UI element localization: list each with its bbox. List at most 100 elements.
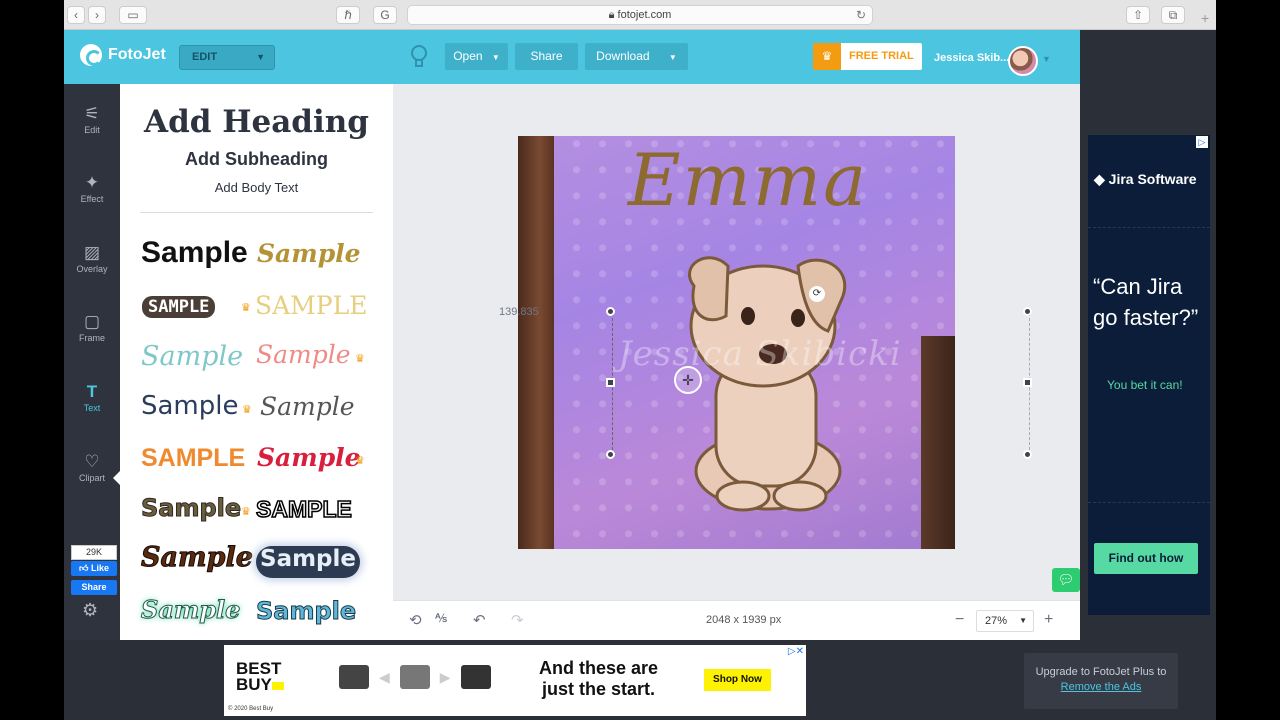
facebook-share-button[interactable]: Share — [71, 580, 117, 595]
resize-handle[interactable] — [606, 450, 615, 459]
address-bar[interactable]: 🔒︎ fotojet.com ↻ — [407, 5, 873, 25]
frame-icon: ▢ — [83, 312, 101, 331]
gear-icon[interactable]: ⚙ — [82, 600, 98, 621]
ad-brand-text: Jira Software — [1108, 171, 1197, 187]
text-style-sample[interactable]: Sample — [140, 595, 240, 625]
text-style-sample[interactable]: Sample — [256, 340, 351, 369]
user-name[interactable]: Jessica Skib... — [934, 52, 1009, 64]
zoom-out-icon[interactable]: − — [955, 611, 964, 629]
text-style-sample[interactable]: Sample — [141, 391, 239, 421]
chat-icon[interactable]: 💬︎ — [1052, 568, 1080, 592]
upgrade-text: Upgrade to FotoJet Plus to — [1035, 666, 1167, 678]
text-style-sample[interactable]: Sample — [140, 494, 241, 523]
resize-handle[interactable] — [1023, 450, 1032, 459]
resize-handle[interactable] — [1023, 307, 1032, 316]
logo-tag — [271, 682, 284, 690]
text-style-sample[interactable]: SAMPLE — [255, 291, 367, 320]
text-style-sample[interactable]: Sample — [141, 542, 254, 574]
jira-ad[interactable]: ▷ ◆ Jira Software “Can Jira go faster?” … — [1088, 135, 1210, 615]
chevron-right-icon[interactable]: ▶ — [440, 669, 451, 686]
like-count: 29K — [71, 545, 117, 560]
free-trial-button[interactable]: ♛ FREE TRIAL — [813, 43, 922, 70]
forward-button[interactable]: › — [88, 6, 106, 24]
wand-icon: ✦ — [84, 173, 100, 192]
redo-icon[interactable]: ↷ — [511, 611, 524, 629]
free-trial-label: FREE TRIAL — [841, 43, 922, 70]
resize-handle[interactable] — [1023, 378, 1032, 387]
share-button[interactable]: Share — [515, 43, 578, 70]
photo-wood-edge-right — [921, 336, 955, 549]
divider — [140, 212, 373, 213]
facebook-like-button[interactable]: 👍︎ Like — [71, 561, 117, 576]
premium-crown-icon: ♛ — [241, 302, 251, 314]
text-icon: T — [86, 382, 98, 401]
avatar[interactable] — [1008, 46, 1038, 76]
resize-handle[interactable] — [606, 378, 615, 387]
chevron-down-icon[interactable]: ▼ — [1042, 54, 1051, 64]
logo-text: FotoJet — [108, 46, 166, 63]
text-style-sample[interactable]: Sample — [257, 239, 361, 268]
canvas-toolbar: ⟲ ⅍ ↶ ↷ 2048 x 1939 px − 27% ▼ + — [393, 600, 1080, 640]
resize-handle[interactable] — [606, 307, 615, 316]
text-style-sample[interactable]: Sample — [141, 236, 248, 270]
sidebar-toggle-icon[interactable]: ▭ — [119, 6, 147, 24]
remove-ads-link[interactable]: Remove the Ads — [1061, 681, 1142, 693]
rotate-icon[interactable]: ⟲ — [409, 611, 422, 629]
zoom-select[interactable]: 27% ▼ — [976, 610, 1034, 632]
extension-icon[interactable]: ℏ — [336, 6, 360, 24]
download-label: Download — [596, 49, 650, 63]
text-effect-icon[interactable]: ⅍ — [435, 611, 447, 625]
sidebar-item-overlay[interactable]: ▨ Overlay — [64, 243, 120, 274]
back-button[interactable]: ‹ — [67, 6, 85, 24]
ad-headline-line: just the start. — [542, 679, 656, 699]
shop-now-button[interactable]: Shop Now — [704, 669, 771, 691]
zoom-value: 27% — [985, 615, 1008, 627]
ad-headline-line: And these are — [539, 658, 659, 678]
add-subheading-button[interactable]: Add Subheading — [120, 149, 393, 170]
zoom-in-icon[interactable]: + — [1044, 611, 1053, 629]
sidebar-item-frame[interactable]: ▢ Frame — [64, 312, 120, 343]
add-heading-button[interactable]: Add Heading — [120, 104, 393, 140]
share-icon[interactable]: ⇧ — [1126, 6, 1150, 24]
tabs-icon[interactable]: ⧉ — [1161, 6, 1185, 24]
ad-info-icon[interactable]: ▷ — [1196, 136, 1208, 148]
chevron-down-icon: ▼ — [1019, 616, 1027, 625]
rotate-handle-icon[interactable]: ⟳ — [809, 286, 825, 302]
grammarly-icon[interactable]: G — [373, 6, 397, 24]
add-body-text-button[interactable]: Add Body Text — [120, 180, 393, 195]
photo-canvas[interactable]: Emma Jessica Skibicki — [518, 136, 955, 549]
ad-close-icon[interactable]: ▷✕ — [788, 646, 804, 657]
bestbuy-ad[interactable]: ▷✕ BEST BUY ◀ ▶ And these are just the s… — [224, 645, 806, 716]
camera-image — [460, 665, 491, 689]
download-button[interactable]: Download ▼ — [585, 43, 688, 70]
mode-select[interactable]: EDIT ▼ — [179, 45, 275, 70]
ad-cta-button[interactable]: Find out how — [1094, 543, 1198, 574]
product-carousel[interactable]: ◀ ▶ — [339, 665, 491, 689]
tips-lightbulb-icon[interactable] — [410, 44, 430, 70]
chevron-left-icon[interactable]: ◀ — [379, 669, 390, 686]
sidebar-item-clipart[interactable]: ♡ Clipart — [64, 452, 120, 483]
fotojet-logo[interactable]: FotoJet — [80, 44, 166, 66]
open-button[interactable]: Open ▼ — [445, 43, 508, 70]
text-style-sample[interactable]: Sample — [260, 392, 355, 421]
move-handle-icon[interactable]: ✛ — [674, 366, 702, 394]
sidebar-item-label: Clipart — [78, 473, 105, 483]
sidebar-item-edit[interactable]: ⚟ Edit — [64, 104, 120, 135]
text-style-sample[interactable]: SAMPLE — [255, 495, 352, 523]
ad-headline: “Can Jira go faster?” — [1093, 274, 1199, 330]
text-style-sample[interactable]: Sample — [255, 597, 356, 626]
canvas-dimensions: 2048 x 1939 px — [706, 614, 782, 626]
text-style-sample[interactable]: Sample — [257, 443, 361, 472]
new-tab-icon[interactable]: + — [1201, 10, 1216, 30]
undo-icon[interactable]: ↶ — [473, 611, 486, 629]
text-style-sample[interactable]: Sample — [141, 341, 243, 372]
text-style-sample[interactable]: Sample — [256, 546, 360, 578]
heart-icon: ♡ — [84, 452, 100, 471]
sidebar-item-effect[interactable]: ✦ Effect — [64, 173, 120, 204]
text-style-sample[interactable]: SAMPLE — [141, 444, 245, 473]
sidebar-item-text[interactable]: T Text — [64, 382, 120, 413]
app-header: FotoJet EDIT ▼ Open ▼ Share Download ▼ ♛… — [64, 30, 1080, 84]
lock-icon: 🔒︎ — [608, 9, 615, 21]
text-style-sample[interactable]: SAMPLE — [142, 296, 216, 318]
reload-icon[interactable]: ↻ — [856, 6, 866, 24]
